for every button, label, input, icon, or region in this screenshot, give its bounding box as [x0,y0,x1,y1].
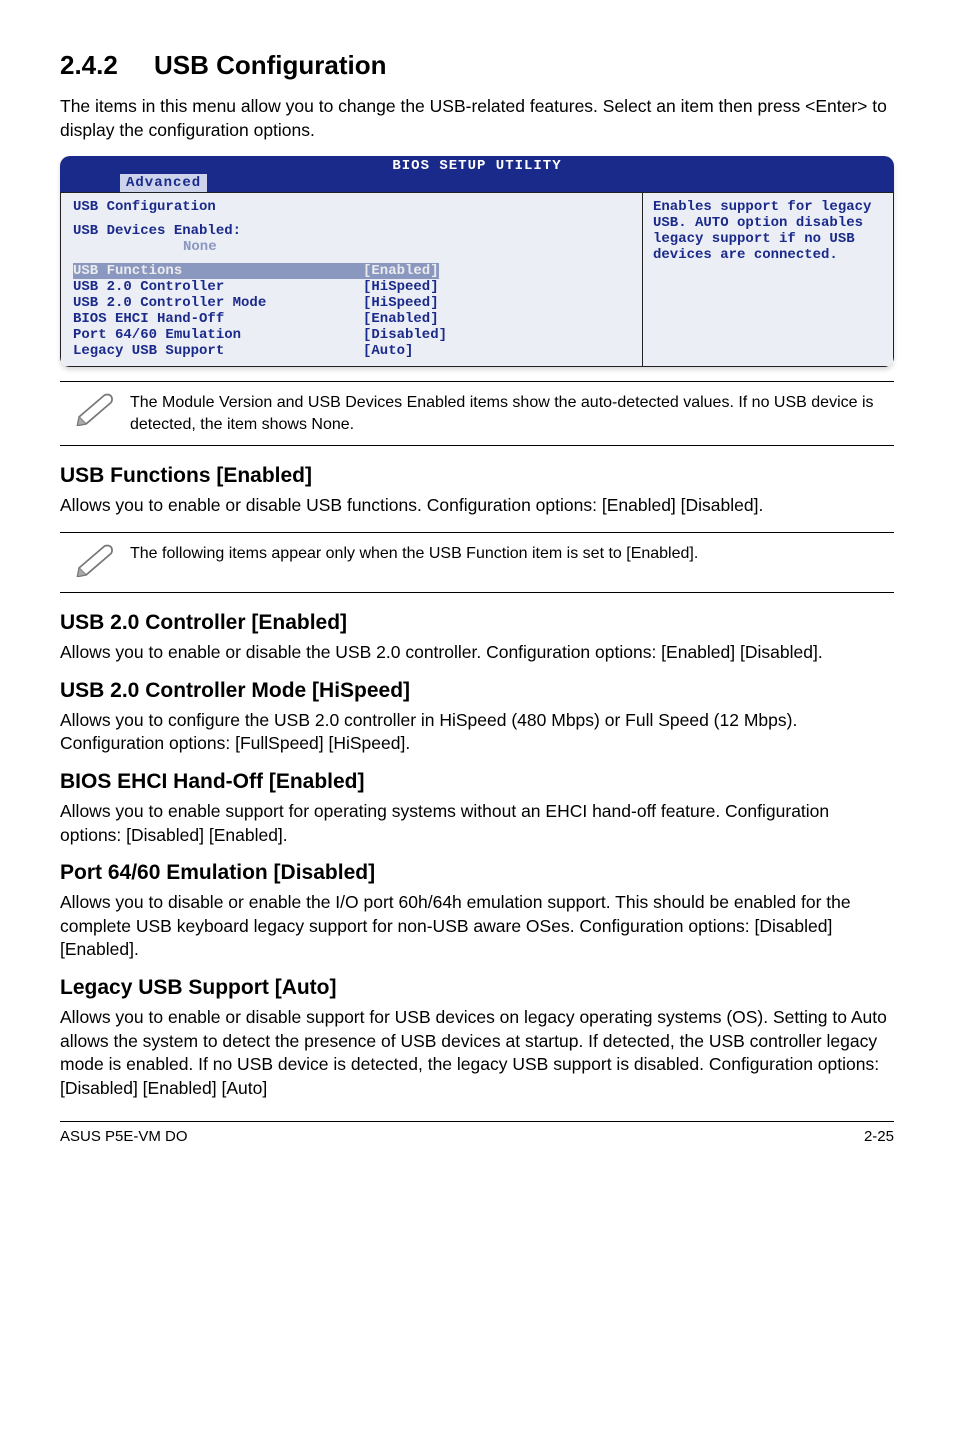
paragraph-usb-functions: Allows you to enable or disable USB func… [60,494,894,518]
pencil-icon [60,390,130,435]
intro-paragraph: The items in this menu allow you to chan… [60,95,894,142]
heading-legacy-usb: Legacy USB Support [Auto] [60,976,894,1000]
bios-row-label: USB 2.0 Controller [73,279,363,295]
bios-row-port6460: Port 64/60 Emulation [Disabled] [73,327,632,343]
bios-row-label: USB Functions [73,263,363,279]
bios-left-pane: USB Configuration USB Devices Enabled: N… [60,192,642,367]
paragraph-usb20-mode: Allows you to configure the USB 2.0 cont… [60,709,894,756]
paragraph-legacy-usb: Allows you to enable or disable support … [60,1006,894,1101]
bios-row-usb-functions: USB Functions [Enabled] [73,263,632,279]
bios-row-label: Legacy USB Support [73,343,363,359]
bios-row-label: USB 2.0 Controller Mode [73,295,363,311]
bios-row-value: [Auto] [363,343,413,359]
heading-usb20-controller: USB 2.0 Controller [Enabled] [60,611,894,635]
bios-tab-advanced: Advanced [120,174,207,192]
section-heading: 2.4.2 USB Configuration [60,50,894,81]
paragraph-usb20-controller: Allows you to enable or disable the USB … [60,641,894,665]
bios-row-label: BIOS EHCI Hand-Off [73,311,363,327]
heading-usb20-mode: USB 2.0 Controller Mode [HiSpeed] [60,679,894,703]
paragraph-ehci: Allows you to enable support for operati… [60,800,894,847]
footer-right: 2-25 [864,1128,894,1145]
bios-bar-title: BIOS SETUP UTILITY [392,158,561,174]
bios-devices-value: None [183,239,632,255]
heading-usb-functions: USB Functions [Enabled] [60,464,894,488]
section-number: 2.4.2 [60,50,118,80]
page-footer: ASUS P5E-VM DO 2-25 [60,1121,894,1145]
bios-row-value: [Enabled] [363,263,439,279]
bios-row-value: [Disabled] [363,327,447,343]
bios-row-value: [HiSpeed] [363,279,439,295]
heading-port6460: Port 64/60 Emulation [Disabled] [60,861,894,885]
bios-devices-label: USB Devices Enabled: [73,223,632,239]
bios-screenshot: BIOS SETUP UTILITY Advanced USB Configur… [60,156,894,367]
note-text: The following items appear only when the… [130,541,894,582]
note-text: The Module Version and USB Devices Enabl… [130,390,894,435]
pencil-icon [60,541,130,582]
bios-help-pane: Enables support for legacy USB. AUTO opt… [642,192,894,367]
bios-body: USB Configuration USB Devices Enabled: N… [60,192,894,367]
bios-row-value: [HiSpeed] [363,295,439,311]
section-title-text: USB Configuration [154,50,387,80]
bios-row-label: Port 64/60 Emulation [73,327,363,343]
note-block: The Module Version and USB Devices Enabl… [60,381,894,446]
paragraph-port6460: Allows you to disable or enable the I/O … [60,891,894,962]
footer-left: ASUS P5E-VM DO [60,1128,188,1145]
bios-title-bar: BIOS SETUP UTILITY Advanced [60,156,894,192]
note-block: The following items appear only when the… [60,532,894,593]
bios-row-usb20mode: USB 2.0 Controller Mode [HiSpeed] [73,295,632,311]
bios-row-value: [Enabled] [363,311,439,327]
bios-row-usb20: USB 2.0 Controller [HiSpeed] [73,279,632,295]
bios-row-legacy-usb: Legacy USB Support [Auto] [73,343,632,359]
heading-ehci: BIOS EHCI Hand-Off [Enabled] [60,770,894,794]
bios-row-ehci: BIOS EHCI Hand-Off [Enabled] [73,311,632,327]
bios-config-heading: USB Configuration [73,199,632,215]
